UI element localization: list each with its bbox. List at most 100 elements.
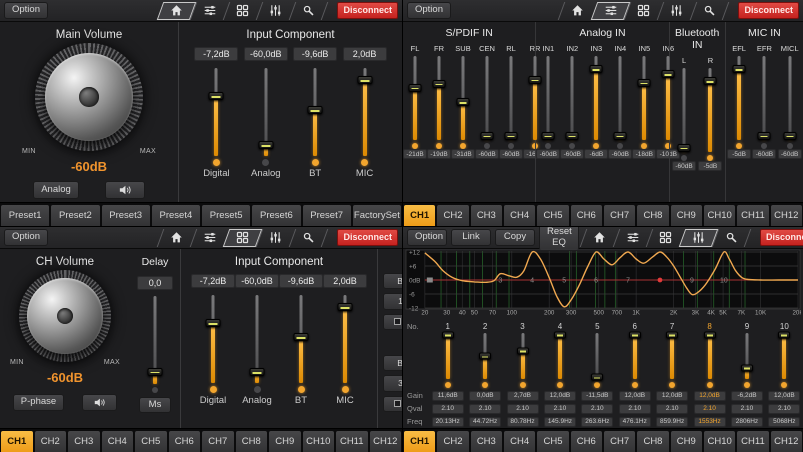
- slider-handle[interactable]: [566, 132, 579, 140]
- channel-tab-ch2[interactable]: CH2: [437, 431, 468, 452]
- hpf-type-button[interactable]: Butter-W: [383, 273, 402, 289]
- eq-gain-value[interactable]: 12,0dB: [619, 391, 651, 401]
- slider-handle[interactable]: [704, 331, 716, 338]
- analog-source-button[interactable]: Analog: [33, 181, 79, 199]
- slider-handle[interactable]: [258, 141, 273, 149]
- reset-eq-button[interactable]: Reset EQ: [539, 227, 579, 251]
- eq-freq-value[interactable]: 5068Hz: [768, 417, 800, 427]
- nav-tab-tools[interactable]: [715, 229, 748, 247]
- input-level-slider[interactable]: [258, 68, 274, 156]
- channel-tab-ch6[interactable]: CH6: [571, 431, 602, 452]
- input-value[interactable]: 2,0dB: [323, 274, 367, 288]
- channel-level-slider[interactable]: [541, 56, 555, 140]
- input-value[interactable]: -60,0dB: [244, 47, 288, 61]
- slider-handle[interactable]: [590, 65, 603, 73]
- slider-handle[interactable]: [778, 331, 790, 338]
- nav-tab-grid[interactable]: [226, 2, 259, 20]
- eq-band-number[interactable]: 2: [466, 322, 503, 331]
- channel-tab-ch9[interactable]: CH9: [671, 205, 702, 226]
- eq-gain-value[interactable]: 2,7dB: [507, 391, 539, 401]
- channel-tab-ch9[interactable]: CH9: [671, 431, 702, 452]
- nav-tab-tools[interactable]: [693, 2, 726, 20]
- option-button[interactable]: Option: [4, 229, 48, 245]
- channel-tab-ch8[interactable]: CH8: [637, 431, 668, 452]
- nav-tab-eq[interactable]: [682, 229, 715, 247]
- channel-tab-ch4[interactable]: CH4: [102, 431, 134, 452]
- slider-handle[interactable]: [554, 331, 566, 338]
- nav-tab-tools[interactable]: [292, 2, 325, 20]
- eq-gain-slider[interactable]: [516, 333, 529, 379]
- eq-response-chart[interactable]: 34567910+12+60dB-6-122030405070100200300…: [403, 249, 803, 320]
- channel-level-slider[interactable]: [613, 56, 627, 140]
- eq-qval-value[interactable]: 2.10: [619, 404, 651, 414]
- eq-band-number[interactable]: 8: [691, 322, 728, 331]
- option-button[interactable]: Option: [4, 2, 48, 18]
- slider-handle[interactable]: [209, 92, 224, 100]
- channel-tab-ch12[interactable]: CH12: [370, 431, 402, 452]
- link-button[interactable]: Link: [451, 229, 491, 245]
- preset-tab-preset2[interactable]: Preset2: [51, 205, 99, 226]
- channel-tab-ch11[interactable]: CH11: [737, 205, 768, 226]
- main-volume-knob[interactable]: MIN MAX: [14, 43, 164, 159]
- slider-handle[interactable]: [758, 132, 771, 140]
- channel-level-slider[interactable]: [504, 56, 518, 140]
- eq-qval-value[interactable]: 2.10: [544, 404, 576, 414]
- nav-tab-eq[interactable]: [259, 229, 292, 247]
- preset-tab-preset4[interactable]: Preset4: [152, 205, 200, 226]
- eq-qval-value[interactable]: 2.10: [432, 404, 464, 414]
- channel-tab-ch12[interactable]: CH12: [771, 205, 802, 226]
- slider-handle[interactable]: [591, 374, 603, 381]
- channel-tab-ch4[interactable]: CH4: [504, 205, 535, 226]
- slider-handle[interactable]: [357, 76, 372, 84]
- channel-tab-ch7[interactable]: CH7: [202, 431, 234, 452]
- channel-level-slider[interactable]: [661, 56, 675, 140]
- slider-handle[interactable]: [638, 79, 651, 87]
- channel-tab-ch1[interactable]: CH1: [1, 431, 33, 452]
- eq-freq-value[interactable]: 859.9Hz: [656, 417, 688, 427]
- slider-handle[interactable]: [409, 84, 422, 92]
- channel-level-slider[interactable]: [677, 68, 691, 152]
- mute-button[interactable]: [82, 394, 117, 411]
- eq-gain-slider[interactable]: [628, 333, 641, 379]
- nav-tab-tools[interactable]: [292, 229, 325, 247]
- eq-qval-value[interactable]: 2.10: [469, 404, 501, 414]
- eq-freq-value[interactable]: 476.1Hz: [619, 417, 651, 427]
- eq-gain-value[interactable]: 12,0dB: [544, 391, 576, 401]
- eq-gain-slider[interactable]: [441, 333, 454, 379]
- eq-qval-value[interactable]: 2.10: [581, 404, 613, 414]
- disconnect-button[interactable]: Disconnect: [738, 2, 799, 19]
- slider-handle[interactable]: [517, 347, 529, 354]
- volume-knob-face[interactable]: [19, 270, 111, 362]
- channel-level-slider[interactable]: [565, 56, 579, 140]
- eq-band-number[interactable]: 5: [579, 322, 616, 331]
- eq-band-number[interactable]: 3: [504, 322, 541, 331]
- nav-tab-grid[interactable]: [226, 229, 259, 247]
- eq-qval-value[interactable]: 2.10: [768, 404, 800, 414]
- channel-tab-ch1[interactable]: CH1: [404, 431, 435, 452]
- nav-tab-grid[interactable]: [649, 229, 682, 247]
- slider-handle[interactable]: [678, 144, 691, 152]
- channel-level-slider[interactable]: [757, 56, 771, 140]
- disconnect-button[interactable]: Disconnect: [337, 229, 398, 246]
- channel-tab-ch3[interactable]: CH3: [471, 205, 502, 226]
- eq-freq-value[interactable]: 1553Hz: [694, 417, 726, 427]
- eq-gain-slider[interactable]: [666, 333, 679, 379]
- volume-knob-face[interactable]: [35, 43, 143, 151]
- channel-tab-ch4[interactable]: CH4: [504, 431, 535, 452]
- slider-handle[interactable]: [614, 132, 627, 140]
- nav-tab-home[interactable]: [561, 2, 594, 20]
- channel-level-slider[interactable]: [408, 56, 422, 140]
- channel-level-slider[interactable]: [432, 56, 446, 140]
- channel-tab-ch2[interactable]: CH2: [437, 205, 468, 226]
- preset-tab-preset1[interactable]: Preset1: [1, 205, 49, 226]
- channel-level-slider[interactable]: [703, 68, 717, 152]
- slider-handle[interactable]: [505, 132, 518, 140]
- preset-tab-factoryset[interactable]: FactorySet: [353, 205, 401, 226]
- eq-qval-value[interactable]: 2.10: [731, 404, 763, 414]
- disconnect-button[interactable]: Disconnect: [760, 229, 803, 246]
- eq-qval-value[interactable]: 2.10: [656, 404, 688, 414]
- nav-tab-grid[interactable]: [627, 2, 660, 20]
- input-value[interactable]: -9,6dB: [293, 47, 337, 61]
- nav-tab-mixer[interactable]: [193, 229, 226, 247]
- slider-handle[interactable]: [294, 333, 309, 341]
